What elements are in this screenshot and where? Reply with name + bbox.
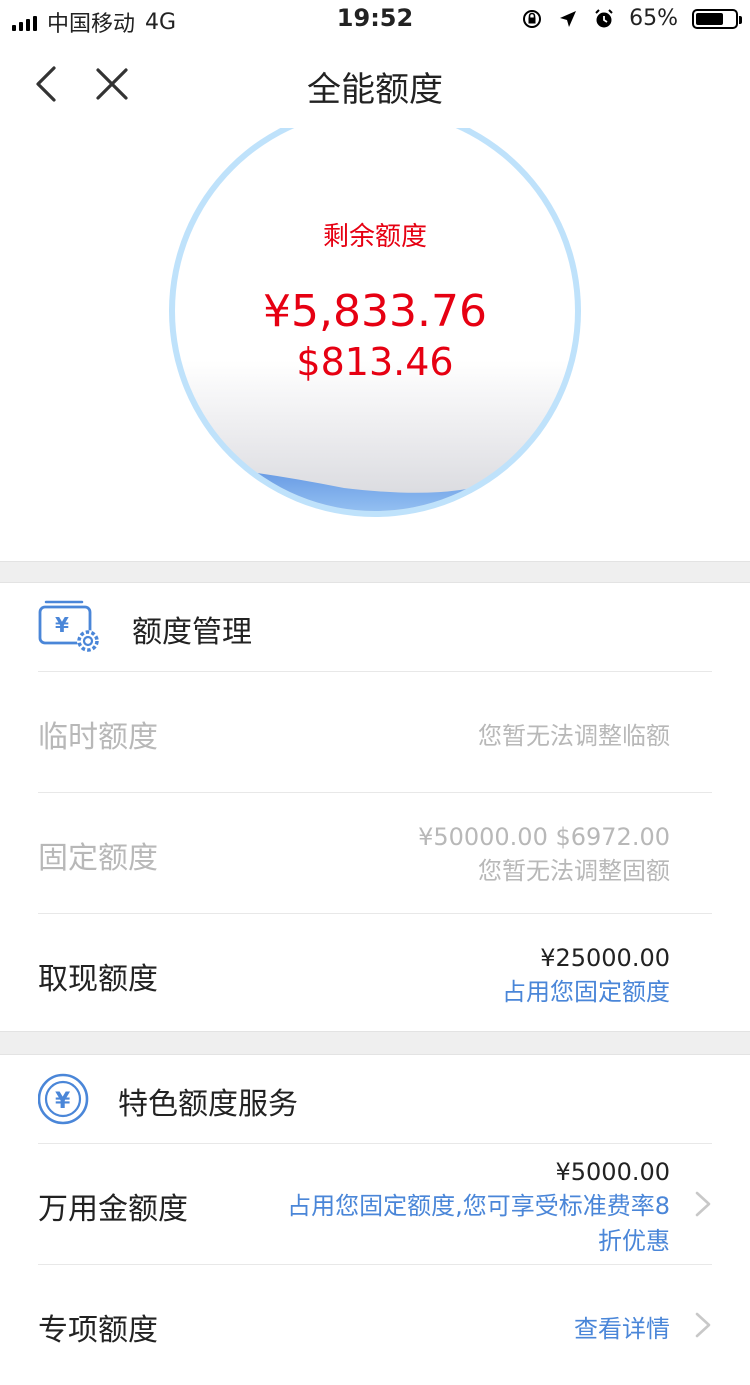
- row-info: 您暂无法调整临额: [478, 716, 670, 751]
- back-button[interactable]: [28, 62, 68, 106]
- yen-coin-icon: ¥: [38, 1073, 89, 1125]
- svg-text:¥: ¥: [55, 613, 69, 637]
- battery-icon: [692, 8, 742, 29]
- row-amount: ¥5000.00: [555, 1158, 670, 1186]
- chevron-right-icon: [695, 1312, 711, 1338]
- row-note: 占用您固定额度,您可享受标准费率8: [287, 1192, 670, 1220]
- row-status: 您暂无法调整临额: [478, 722, 670, 750]
- row-info: ¥25000.00 占用您固定额度: [502, 944, 670, 1007]
- chevron-right-icon: [695, 1191, 711, 1217]
- credit-management-section: ¥ 额度管理 临时额度 您暂无法调整临额 固定额度 ¥50000.00 $697…: [0, 583, 750, 1031]
- wallet-settings-icon: ¥: [38, 600, 99, 652]
- row-name: 固定额度: [38, 841, 158, 876]
- row-note-continued: 折优惠: [598, 1227, 670, 1255]
- chevron-left-icon: [36, 66, 56, 102]
- row-info: 查看详情: [574, 1309, 670, 1344]
- alarm-icon: [593, 8, 615, 30]
- row-name: 临时额度: [38, 720, 158, 755]
- row-note: 占用您固定额度: [502, 978, 670, 1006]
- section-title: 额度管理: [132, 615, 252, 650]
- battery-percent: 65%: [629, 6, 678, 31]
- row-name: 取现额度: [38, 962, 158, 997]
- row-amount: ¥50000.00 $6972.00: [418, 823, 670, 851]
- section-header: ¥ 特色额度服务: [38, 1055, 712, 1144]
- row-info: ¥5000.00 占用您固定额度,您可享受标准费率8 折优惠: [287, 1158, 670, 1256]
- fixed-credit-row: 固定额度 ¥50000.00 $6972.00 您暂无法调整固额: [38, 793, 712, 914]
- remaining-credit-rmb: ¥5,833.76: [263, 286, 487, 337]
- row-name: 万用金额度: [38, 1192, 188, 1227]
- row-name: 专项额度: [38, 1313, 158, 1348]
- special-credit-section: ¥ 特色额度服务 万用金额度 ¥5000.00 占用您固定额度,您可享受标准费率…: [0, 1055, 750, 1348]
- status-bar: 中国移动 4G 19:52 65%: [0, 0, 750, 40]
- rotation-lock-icon: [521, 8, 543, 30]
- close-button[interactable]: [94, 64, 130, 104]
- temporary-credit-row: 临时额度 您暂无法调整临额: [38, 672, 712, 793]
- cash-credit-row[interactable]: 取现额度 ¥25000.00 占用您固定额度: [38, 914, 712, 1034]
- view-details-link[interactable]: 查看详情: [574, 1309, 670, 1344]
- universal-credit-row[interactable]: 万用金额度 ¥5000.00 占用您固定额度,您可享受标准费率8 折优惠: [38, 1144, 712, 1265]
- remaining-credit-panel: 剩余额度 ¥5,833.76 $813.46: [0, 128, 750, 561]
- remaining-credit-label: 剩余额度: [322, 222, 427, 252]
- remaining-credit-usd: $813.46: [296, 340, 454, 384]
- location-icon: [557, 8, 579, 30]
- row-amount: ¥25000.00: [540, 944, 670, 972]
- section-header: ¥ 额度管理: [38, 583, 712, 672]
- section-divider: [0, 561, 750, 583]
- close-icon: [96, 68, 128, 100]
- row-info: ¥50000.00 $6972.00 您暂无法调整固额: [418, 823, 670, 886]
- nav-bar: 全能额度: [0, 40, 750, 129]
- row-status: 您暂无法调整固额: [478, 857, 670, 885]
- special-purpose-credit-row[interactable]: 专项额度 查看详情: [38, 1265, 712, 1385]
- svg-text:¥: ¥: [55, 1089, 71, 1114]
- section-title: 特色额度服务: [118, 1087, 298, 1122]
- section-divider: [0, 1031, 750, 1055]
